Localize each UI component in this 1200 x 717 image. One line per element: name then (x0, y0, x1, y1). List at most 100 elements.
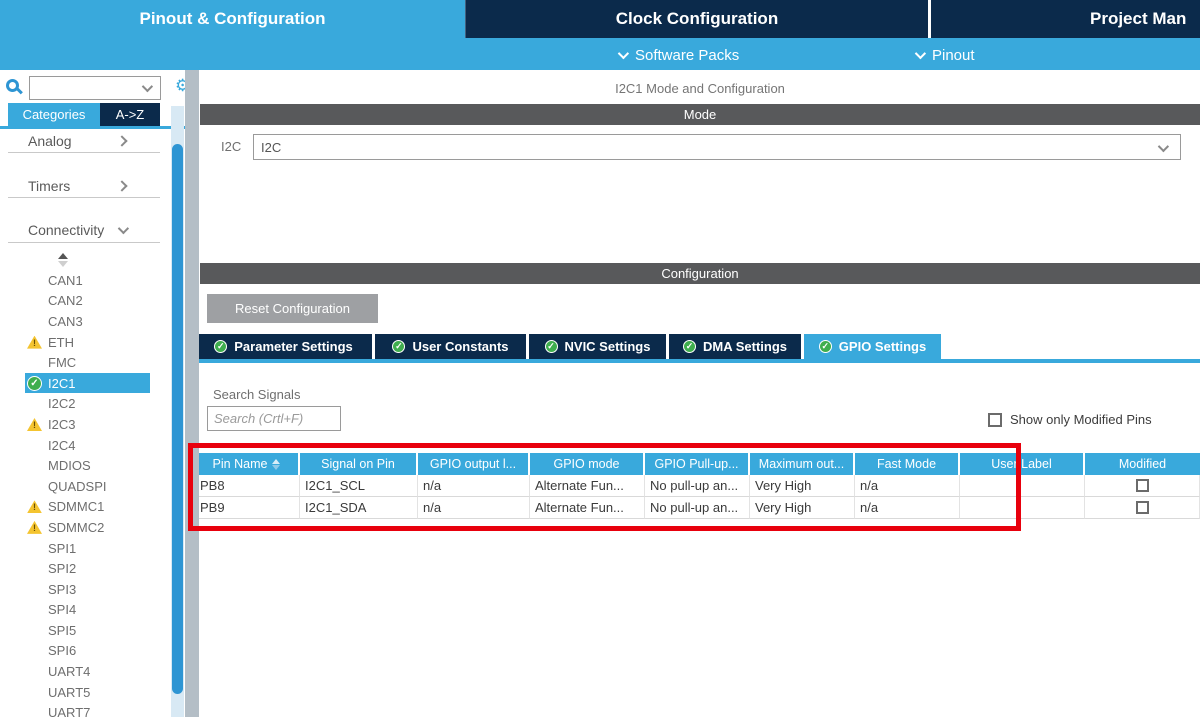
sidebar-item-uart4[interactable]: UART4 (0, 661, 170, 682)
check-icon: ✓ (392, 340, 405, 353)
check-icon: ✓ (819, 340, 832, 353)
pinout-dropdown[interactable]: Pinout (915, 40, 975, 70)
tab-dma-settings[interactable]: ✓DMA Settings (669, 334, 801, 359)
sidebar-item-can1[interactable]: CAN1 (0, 270, 170, 291)
sidebar-item-i2c2[interactable]: I2C2 (0, 394, 170, 415)
modified-checkbox[interactable] (1136, 501, 1149, 514)
column-header-modified[interactable]: Modified (1085, 453, 1200, 475)
sidebar-item-spi2[interactable]: SPI2 (0, 558, 170, 579)
search-signals-input[interactable] (207, 406, 341, 431)
top-navigation-bar: Pinout & Configuration Clock Configurati… (0, 0, 1200, 70)
tab-label: Project Man (1090, 9, 1186, 29)
show-only-modified-label: Show only Modified Pins (1010, 412, 1152, 427)
sidebar-item-quadspi[interactable]: QUADSPI (0, 476, 170, 497)
tab-pinout-configuration[interactable]: Pinout & Configuration (0, 0, 465, 38)
sort-down-arrow (58, 261, 68, 267)
i2c-mode-select[interactable]: I2C (253, 134, 1181, 160)
tab-gpio-settings[interactable]: ✓ GPIO Settings (804, 334, 941, 359)
pinout-label: Pinout (932, 47, 975, 64)
column-header-label: Modified (1119, 457, 1166, 471)
tab-label: Parameter Settings (234, 339, 353, 354)
category-label: Connectivity (28, 222, 104, 238)
tab-clock-configuration[interactable]: Clock Configuration (465, 0, 928, 38)
sidebar-item-sdmmc1[interactable]: ! SDMMC1 (0, 497, 170, 518)
sidebar-item-mdios[interactable]: MDIOS (0, 455, 170, 476)
warning-icon: ! (27, 418, 42, 431)
sidebar-item-i2c1[interactable]: ✓I2C1 (0, 373, 170, 394)
chevron-right-icon (116, 135, 127, 146)
panel-splitter[interactable] (185, 70, 199, 717)
sidebar-item-label: MDIOS (48, 458, 91, 473)
category-timers[interactable]: Timers (0, 176, 170, 196)
sidebar-item-i2c3[interactable]: ! I2C3 (0, 414, 170, 435)
sidebar-scrollbar[interactable] (171, 106, 184, 717)
show-only-modified-checkbox[interactable] (988, 413, 1002, 427)
divider (8, 242, 160, 243)
tab-a-to-z[interactable]: A->Z (100, 103, 160, 126)
sidebar-item-fmc[interactable]: FMC (0, 352, 170, 373)
main-panel: I2C1 Mode and Configuration Mode I2C I2C… (200, 70, 1200, 717)
sort-toggle-icon[interactable] (58, 253, 68, 267)
category-label: Timers (28, 178, 70, 194)
sidebar-item-label: UART7 (48, 705, 90, 717)
sidebar-item-spi5[interactable]: SPI5 (0, 620, 170, 641)
tab-categories[interactable]: Categories (8, 103, 100, 126)
i2c-mode-value: I2C (261, 140, 281, 155)
sidebar-item-spi6[interactable]: SPI6 (0, 641, 170, 662)
sidebar-item-spi1[interactable]: SPI1 (0, 538, 170, 559)
sidebar-item-label: UART5 (48, 685, 90, 700)
sidebar-item-label: FMC (48, 355, 76, 370)
sidebar-item-label: ETH (48, 335, 74, 350)
modified-checkbox[interactable] (1136, 479, 1149, 492)
sort-up-arrow (58, 253, 68, 259)
check-icon: ✓ (27, 376, 42, 391)
stm32cubemx-window: Pinout & Configuration Clock Configurati… (0, 0, 1200, 717)
chevron-down-icon (142, 81, 153, 92)
divider (8, 197, 160, 198)
sidebar-item-can2[interactable]: CAN2 (0, 291, 170, 312)
category-analog[interactable]: Analog (0, 131, 170, 151)
sidebar-item-label: SDMMC1 (48, 499, 104, 514)
chevron-down-icon (618, 48, 629, 59)
sidebar-item-label: UART4 (48, 664, 90, 679)
tab-nvic-settings[interactable]: ✓NVIC Settings (529, 334, 666, 359)
sidebar-search-combobox[interactable] (29, 76, 161, 100)
sidebar-item-sdmmc2[interactable]: !SDMMC2 (0, 517, 170, 538)
sidebar-item-can3[interactable]: CAN3 (0, 311, 170, 332)
chevron-down-icon (915, 48, 926, 59)
sidebar-item-uart5[interactable]: UART5 (0, 682, 170, 703)
chevron-down-icon (1158, 141, 1169, 152)
scrollbar-thumb[interactable] (172, 144, 183, 694)
sidebar-item-i2c4[interactable]: I2C4 (0, 435, 170, 456)
warning-icon: ! (27, 500, 42, 513)
mode-header-label: Mode (684, 107, 717, 122)
tab-label: GPIO Settings (839, 339, 926, 354)
sidebar-item-label: I2C3 (48, 417, 75, 432)
warning-icon: ! (27, 336, 42, 349)
check-icon: ✓ (683, 340, 696, 353)
category-connectivity[interactable]: Connectivity (0, 220, 170, 240)
sidebar-item-uart7[interactable]: UART7 (0, 702, 170, 717)
tab-parameter-settings[interactable]: ✓ Parameter Settings (195, 334, 372, 359)
sidebar-item-label: I2C2 (48, 396, 75, 411)
peripheral-list: CAN1CAN2CAN3! ETH FMC ✓I2C1 I2C2! I2C3 I2C4 MDI… (0, 270, 170, 717)
reset-configuration-button[interactable]: Reset Configuration (207, 294, 378, 323)
sidebar-item-label: SPI4 (48, 602, 76, 617)
sidebar-item-spi3[interactable]: SPI3 (0, 579, 170, 600)
tab-user-constants[interactable]: ✓ User Constants (375, 334, 526, 359)
tab-project-manager[interactable]: Project Man (931, 0, 1200, 38)
sidebar-item-label: SPI5 (48, 623, 76, 638)
active-tab-underline (199, 359, 1200, 363)
show-only-modified-pins: Show only Modified Pins (988, 412, 1152, 427)
tab-label: User Constants (412, 339, 508, 354)
sidebar-item-label: SPI6 (48, 643, 76, 658)
sidebar-item-eth[interactable]: ! ETH (0, 332, 170, 353)
chevron-down-icon (118, 223, 129, 234)
check-icon: ✓ (214, 340, 227, 353)
highlight-rectangle (188, 443, 1021, 531)
sidebar-item-spi4[interactable]: SPI4 (0, 600, 170, 621)
tab-label: A->Z (116, 107, 145, 122)
peripherals-sidebar: Categories A->Z Analog Timers Connectivi… (0, 70, 185, 717)
software-packs-label: Software Packs (635, 47, 739, 64)
software-packs-dropdown[interactable]: Software Packs (618, 40, 739, 70)
